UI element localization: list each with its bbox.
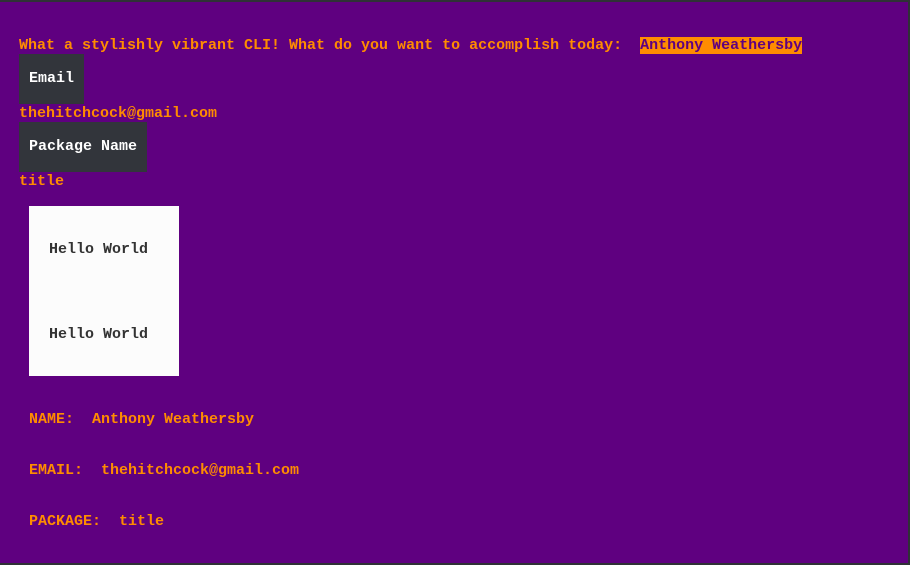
summary-name: NAME: Anthony Weathersby: [29, 411, 254, 428]
terminal-window: What a stylishly vibrant CLI! What do yo…: [0, 2, 908, 563]
package-name-value: title: [19, 173, 65, 190]
hello-world-line: Hello World: [49, 241, 149, 258]
email-label: Email: [19, 54, 85, 104]
summary-email-value: thehitchcock@gmail.com: [101, 462, 300, 479]
prompt-answer-input[interactable]: Anthony Weathersby: [640, 37, 803, 54]
hello-world-card: Hello World Hello World: [29, 206, 179, 376]
email-value: thehitchcock@gmail.com: [19, 105, 218, 122]
summary-email-label: EMAIL:: [29, 462, 102, 479]
prompt-line: What a stylishly vibrant CLI! What do yo…: [19, 37, 803, 54]
hello-world-line: Hello World: [49, 326, 149, 343]
summary-package: PACKAGE: title: [29, 513, 164, 530]
package-name-label: Package Name: [19, 122, 148, 172]
prompt-question: What a stylishly vibrant CLI! What do yo…: [19, 37, 641, 54]
summary-email: EMAIL: thehitchcock@gmail.com: [29, 462, 299, 479]
summary-package-value: title: [119, 513, 165, 530]
summary-name-label: NAME:: [29, 411, 93, 428]
summary-package-label: PACKAGE:: [29, 513, 120, 530]
summary-name-value: Anthony Weathersby: [92, 411, 255, 428]
